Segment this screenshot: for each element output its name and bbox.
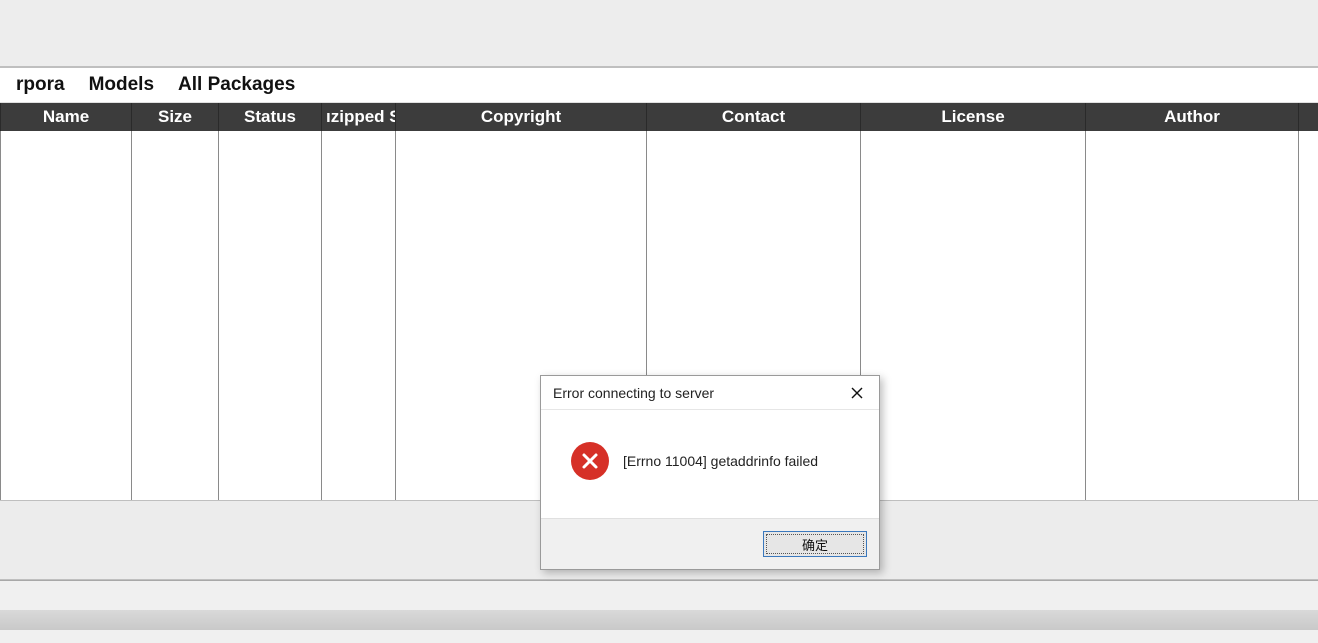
dialog-message: [Errno 11004] getaddrinfo failed — [623, 453, 818, 469]
ok-button[interactable]: 确定 — [763, 531, 867, 557]
tab-corpora[interactable]: rpora — [4, 68, 77, 102]
error-dialog: Error connecting to server [Errno 11004]… — [540, 375, 880, 570]
col-header-unzipped-size[interactable]: ızipped Si — [322, 103, 396, 131]
window-top-area — [0, 0, 1318, 68]
dialog-close-button[interactable] — [843, 381, 871, 405]
col-header-name[interactable]: Name — [1, 103, 132, 131]
dialog-title-text: Error connecting to server — [553, 385, 714, 401]
table-header-row: Name Size Status ızipped Si Copyright Co… — [1, 103, 1318, 131]
error-icon — [571, 442, 609, 480]
col-header-size[interactable]: Size — [132, 103, 219, 131]
bottom-strip — [0, 610, 1318, 630]
dialog-titlebar: Error connecting to server — [541, 376, 879, 410]
col-header-license[interactable]: License — [861, 103, 1086, 131]
dialog-button-bar: 确定 — [541, 518, 879, 569]
col-header-author[interactable]: Author — [1086, 103, 1299, 131]
col-header-status[interactable]: Status — [219, 103, 322, 131]
close-icon — [851, 387, 863, 399]
col-header-tail — [1299, 103, 1318, 131]
tabs-bar: rpora Models All Packages — [0, 68, 1318, 103]
bottom-divider — [0, 580, 1318, 581]
dialog-body: [Errno 11004] getaddrinfo failed — [541, 410, 879, 518]
tab-all-packages[interactable]: All Packages — [166, 68, 307, 102]
col-header-contact[interactable]: Contact — [647, 103, 861, 131]
tab-models[interactable]: Models — [77, 68, 166, 102]
col-header-copyright[interactable]: Copyright — [396, 103, 647, 131]
